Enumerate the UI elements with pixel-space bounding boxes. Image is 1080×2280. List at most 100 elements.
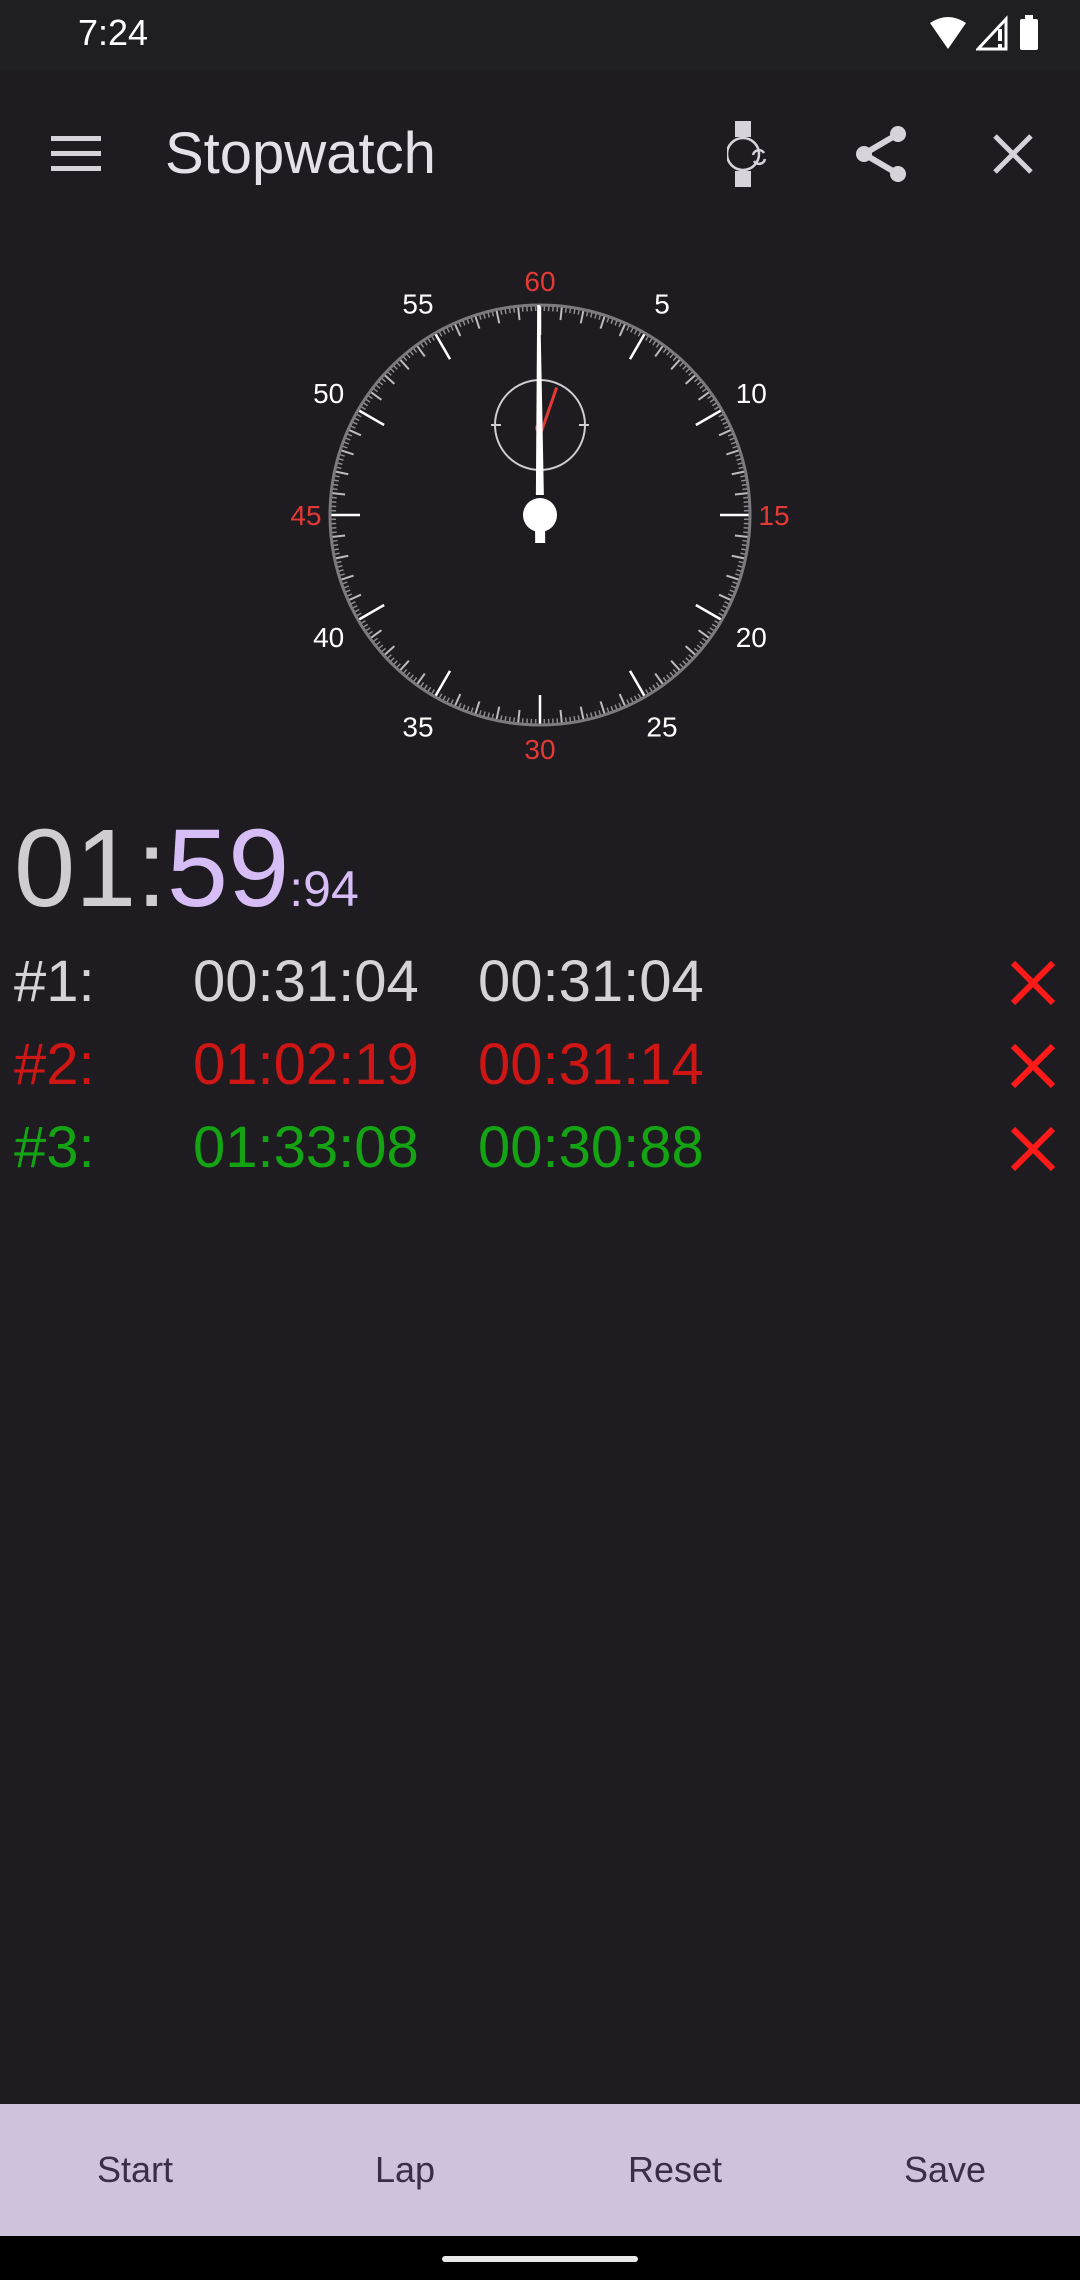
dial-tick [579, 309, 585, 324]
lap-button[interactable]: Lap [270, 2104, 540, 2236]
lap-row: #3: 01:33:08 00:30:88 [0, 1111, 1080, 1194]
dial-label: 15 [758, 500, 789, 531]
dial-tick [670, 358, 682, 371]
dial-tick [559, 709, 563, 724]
delete-lap-icon[interactable] [1005, 955, 1061, 1011]
dial-tick [398, 659, 410, 672]
status-bar: 7:24 [0, 0, 1080, 70]
wifi-icon [930, 17, 966, 49]
dial-tick [517, 306, 521, 321]
dial-tick [684, 645, 697, 657]
dial-label: 20 [736, 622, 767, 653]
dial-label: 45 [290, 500, 321, 531]
menu-icon [51, 136, 101, 171]
dial-tick [383, 373, 396, 385]
lap-total-time: 00:31:04 [193, 949, 419, 1014]
share-button[interactable] [846, 118, 918, 190]
dial-tick [357, 408, 385, 427]
dial-tick [734, 534, 749, 538]
dial-tick [433, 670, 452, 698]
lap-row: #1: 00:31:04 00:31:04 [0, 945, 1080, 1028]
dial-tick [684, 373, 697, 385]
seconds-hand-needle [535, 304, 544, 496]
elapsed-hours-minutes: 01: [14, 807, 167, 930]
dial-tick [579, 706, 585, 721]
watch-sync-icon [727, 121, 767, 187]
stopwatch-dial: 60 5 10 15 20 25 30 35 40 45 50 55 [290, 266, 789, 765]
dial-tick [339, 449, 354, 456]
dial-tick [731, 554, 746, 560]
app-bar: Stopwatch [0, 90, 1080, 220]
dial-tick [734, 492, 749, 496]
lap-number: #1: [14, 949, 95, 1014]
seconds-hand-group [523, 304, 557, 544]
dial-label: 30 [524, 734, 555, 765]
battery-icon [1020, 15, 1038, 50]
dial-label: 60 [524, 266, 555, 297]
dial-tick [726, 574, 741, 581]
lap-total-time: 01:02:19 [193, 1032, 419, 1097]
close-button[interactable] [977, 118, 1049, 190]
close-icon [993, 134, 1033, 174]
share-icon [856, 126, 906, 182]
seconds-hand-tail [535, 514, 546, 544]
dial-tick [495, 309, 501, 324]
dial-tick [357, 603, 385, 622]
page-title: Stopwatch [165, 121, 436, 186]
lap-split-time: 00:31:14 [478, 1032, 704, 1097]
dial-tick [695, 603, 723, 622]
menu-button[interactable] [40, 118, 112, 190]
dial-tick [331, 492, 346, 496]
dial-tick [398, 358, 410, 371]
dial-tick [339, 574, 354, 581]
dial-tick [517, 709, 521, 724]
lap-split-time: 00:30:88 [478, 1115, 704, 1180]
bottom-action-bar: Start Lap Reset Save [0, 2104, 1080, 2236]
elapsed-time: 01:59:94 [14, 805, 359, 930]
dial-tick [599, 314, 606, 329]
dial-label: 10 [736, 378, 767, 409]
dial-label: 50 [313, 378, 344, 409]
dial-tick [628, 332, 647, 360]
home-gesture-handle[interactable] [442, 2256, 638, 2262]
dial-label: 55 [402, 289, 433, 320]
lap-total-time: 01:33:08 [193, 1115, 419, 1180]
reset-button[interactable]: Reset [540, 2104, 810, 2236]
dial-label: 25 [646, 711, 677, 742]
watch-sync-button[interactable] [713, 118, 785, 190]
navigation-bar [0, 2236, 1080, 2280]
lap-list: #1: 00:31:04 00:31:04 #2: 01:02:19 00:31… [0, 945, 1080, 1194]
dial-tick [670, 659, 682, 672]
dial-label: 35 [402, 711, 433, 742]
dial-tick [474, 701, 481, 716]
dial-tick [334, 470, 349, 476]
dial-tick [331, 534, 346, 538]
status-time: 7:24 [78, 12, 149, 53]
delete-lap-icon[interactable] [1005, 1038, 1061, 1094]
dial-tick [628, 670, 647, 698]
dial-tick [599, 701, 606, 716]
save-button[interactable]: Save [810, 2104, 1080, 2236]
dial-tick [495, 706, 501, 721]
start-button[interactable]: Start [0, 2104, 270, 2236]
dial-tick [474, 314, 481, 329]
elapsed-centiseconds: :94 [289, 861, 359, 917]
elapsed-seconds: 59 [166, 807, 290, 930]
dial-tick [383, 645, 396, 657]
lap-row: #2: 01:02:19 00:31:14 [0, 1028, 1080, 1111]
delete-lap-icon[interactable] [1005, 1121, 1061, 1177]
lap-split-time: 00:31:04 [478, 949, 704, 1014]
lap-number: #3: [14, 1115, 95, 1180]
dial-label: 40 [313, 622, 344, 653]
lap-number: #2: [14, 1032, 95, 1097]
dial-label: 5 [654, 289, 670, 320]
dial-tick [334, 554, 349, 560]
dial-tick [726, 449, 741, 456]
status-icons [928, 14, 1040, 52]
seconds-hand [523, 304, 557, 544]
cellular-signal-icon [976, 15, 1008, 51]
dial-tick [559, 306, 563, 321]
dial-tick [695, 408, 723, 427]
dial-tick [433, 332, 452, 360]
dial-tick [731, 470, 746, 476]
